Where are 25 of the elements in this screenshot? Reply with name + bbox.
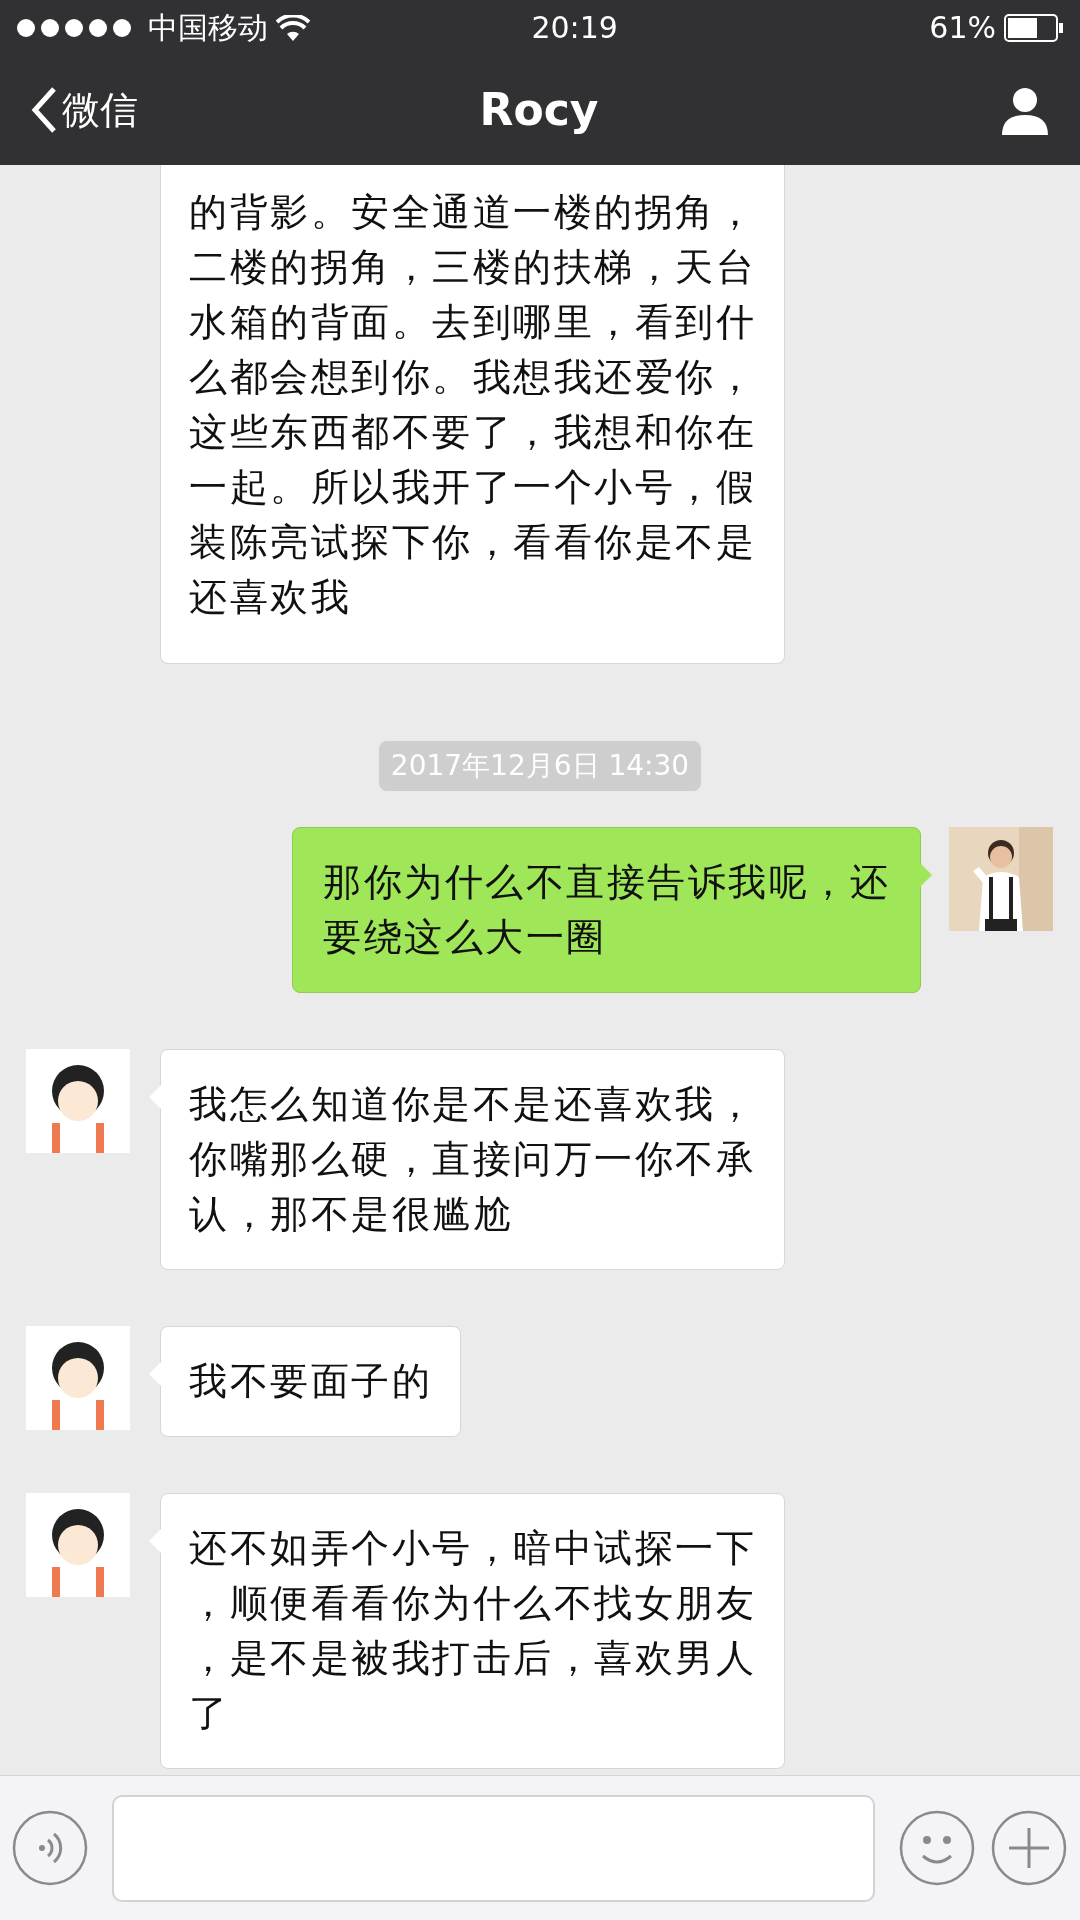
bubble-tail: [149, 1362, 161, 1386]
avatar-icon[interactable]: [26, 1493, 130, 1597]
bubble-tail: [920, 863, 932, 887]
back-chevron-icon: [30, 86, 58, 134]
emoji-icon[interactable]: [899, 1810, 975, 1886]
message-bubble: 那你为什么不直接告诉我呢，还 要绕这么大一圈: [292, 827, 921, 993]
bubble-tail: [149, 1085, 161, 1109]
carrier-name: 中国移动: [148, 9, 268, 47]
message-bubble: 我不要面子的: [160, 1326, 461, 1437]
message-input[interactable]: [112, 1794, 875, 1902]
voice-icon[interactable]: [12, 1810, 88, 1886]
status-time: 20:19: [531, 9, 618, 47]
avatar-icon[interactable]: [26, 1326, 130, 1430]
wifi-icon: [276, 14, 310, 41]
battery-icon: [1004, 13, 1064, 42]
back-button[interactable]: 微信: [30, 81, 138, 139]
battery-percent: 61%: [929, 9, 996, 47]
plus-icon[interactable]: [991, 1810, 1067, 1886]
bubble-tail: [149, 1529, 161, 1553]
message-bubble: 还不如弄个小号，暗中试探一下 ，顺便看看你为什么不找女朋友 ，是不是被我打击后，喜欢男人 了: [160, 1493, 785, 1769]
profile-icon[interactable]: [1000, 85, 1050, 135]
message-bubble: 的背影。安全通道一楼的拐角， 二楼的拐角，三楼的扶梯，天台 水箱的背面。去到哪里，看到什 么都会想到你。我想我还爱你， 这些东西都不要了，我想和你在 一起。所以我开了一个小号，假 装陈亮试探下你，看看你是不是 还喜欢我: [160, 165, 785, 664]
message-bubble: 我怎么知道你是不是还喜欢我， 你嘴那么硬，直接问万一你不承 认，那不是很尴尬: [160, 1049, 785, 1270]
chat-title: Rocy: [479, 83, 599, 137]
avatar-icon[interactable]: [26, 1049, 130, 1153]
